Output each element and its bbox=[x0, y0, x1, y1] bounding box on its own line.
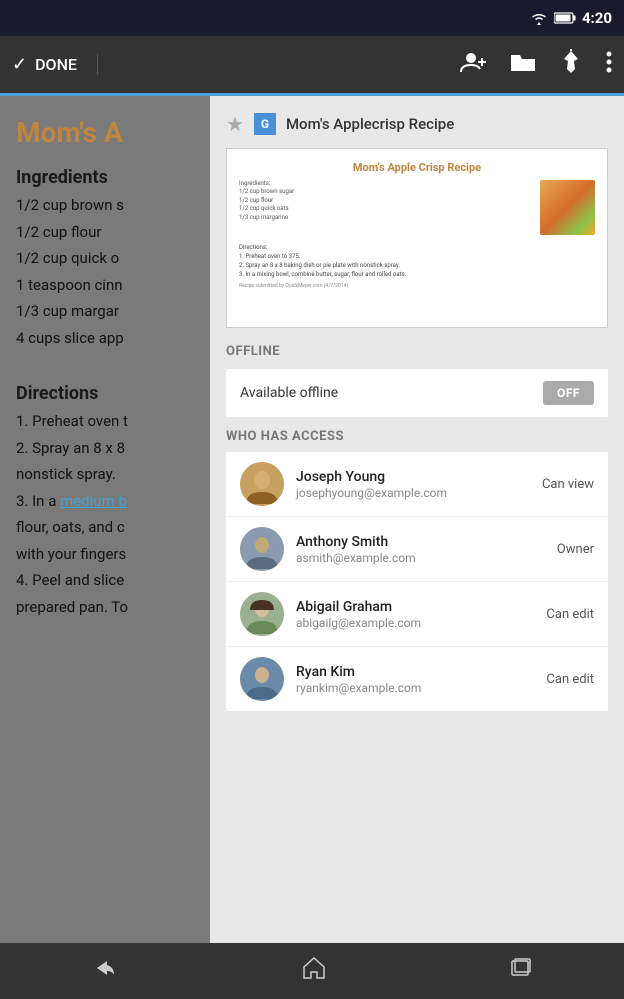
avatar-abigail bbox=[240, 592, 284, 636]
access-item-anthony: Anthony Smith asmith@example.com Owner bbox=[226, 517, 608, 582]
access-email-abigail: abigailg@example.com bbox=[296, 616, 534, 630]
direction-3c: with your fingers bbox=[0, 541, 210, 568]
access-role-anthony: Owner bbox=[557, 542, 594, 557]
direction-1: 1. Preheat oven t bbox=[0, 408, 210, 435]
ingredient-2: 1/2 cup flour bbox=[0, 219, 210, 246]
ingredient-1: 1/2 cup brown s bbox=[0, 192, 210, 219]
overlay-panel: ★ G Mom's Applecrisp Recipe Mom's Apple … bbox=[210, 96, 624, 943]
status-icons: 4:20 bbox=[530, 9, 612, 27]
home-button[interactable] bbox=[302, 956, 326, 986]
done-label: DONE bbox=[35, 55, 77, 74]
recipe-preview-content: Ingredients: 1/2 cup brown sugar 1/2 cup… bbox=[239, 180, 595, 235]
star-icon[interactable]: ★ bbox=[226, 112, 244, 136]
folder-button[interactable] bbox=[510, 51, 536, 79]
recipe-preview: Mom's Apple Crisp Recipe Ingredients: 1/… bbox=[226, 148, 608, 328]
recipe-dir-1: 1. Preheat oven to 375. bbox=[239, 252, 595, 261]
direction-2: 2. Spray an 8 x 8 bbox=[0, 435, 210, 462]
pin-button[interactable] bbox=[560, 49, 582, 81]
access-email-anthony: asmith@example.com bbox=[296, 551, 545, 565]
recipe-dir-3: 3. In a mixing bowl, combine butter, sug… bbox=[239, 270, 595, 279]
check-icon: ✓ bbox=[12, 54, 27, 75]
doc-link[interactable]: medium b bbox=[60, 492, 127, 510]
access-info-joseph: Joseph Young josephyoung@example.com bbox=[296, 469, 530, 500]
toolbar: ✓ DONE bbox=[0, 36, 624, 96]
battery-icon bbox=[554, 12, 576, 24]
recipe-image bbox=[540, 180, 595, 235]
ingredient-6: 4 cups slice app bbox=[0, 325, 210, 352]
access-role-joseph: Can view bbox=[542, 477, 594, 492]
done-button[interactable]: ✓ DONE bbox=[12, 54, 98, 75]
recipe-directions: Directions: 1. Preheat oven to 375. 2. S… bbox=[239, 243, 595, 279]
recipe-footer: Recipe submitted by QuickMeyer.com (4/7/… bbox=[239, 283, 595, 289]
access-name-abigail: Abigail Graham bbox=[296, 599, 534, 615]
document-panel: Mom's A Ingredients 1/2 cup brown s 1/2 … bbox=[0, 96, 210, 943]
recent-button[interactable] bbox=[510, 957, 532, 985]
recipe-text-block: Ingredients: 1/2 cup brown sugar 1/2 cup… bbox=[239, 180, 532, 235]
avatar-anthony bbox=[240, 527, 284, 571]
avatar-joseph bbox=[240, 462, 284, 506]
direction-3b: flour, oats, and c bbox=[0, 514, 210, 541]
access-item-abigail: Abigail Graham abigailg@example.com Can … bbox=[226, 582, 608, 647]
add-person-button[interactable] bbox=[460, 50, 486, 80]
direction-2b: nonstick spray. bbox=[0, 461, 210, 488]
access-name-anthony: Anthony Smith bbox=[296, 534, 545, 550]
recipe-preview-title: Mom's Apple Crisp Recipe bbox=[239, 161, 595, 174]
ingredients-heading: Ingredients bbox=[0, 159, 210, 192]
access-info-anthony: Anthony Smith asmith@example.com bbox=[296, 534, 545, 565]
access-item-joseph: Joseph Young josephyoung@example.com Can… bbox=[226, 452, 608, 517]
doc-header: ★ G Mom's Applecrisp Recipe bbox=[226, 112, 608, 136]
offline-toggle[interactable]: OFF bbox=[543, 381, 594, 405]
access-role-ryan: Can edit bbox=[546, 672, 594, 687]
access-name-joseph: Joseph Young bbox=[296, 469, 530, 485]
status-time: 4:20 bbox=[582, 9, 612, 27]
recipe-ingredient-1: 1/2 cup brown sugar bbox=[239, 188, 532, 196]
recipe-dir-label: Directions: bbox=[239, 243, 595, 252]
direction-4a: 4. Peel and slice bbox=[0, 567, 210, 594]
access-list: Joseph Young josephyoung@example.com Can… bbox=[226, 452, 608, 711]
directions-heading: Directions bbox=[0, 375, 210, 408]
ingredient-4: 1 teaspoon cinn bbox=[0, 272, 210, 299]
access-name-ryan: Ryan Kim bbox=[296, 664, 534, 680]
back-button[interactable] bbox=[92, 957, 118, 985]
direction-3a: 3. In a medium b bbox=[0, 488, 210, 515]
access-email-ryan: ryankim@example.com bbox=[296, 681, 534, 695]
offline-row: Available offline OFF bbox=[226, 369, 608, 417]
main-area: Mom's A Ingredients 1/2 cup brown s 1/2 … bbox=[0, 96, 624, 943]
doc-title: Mom's A bbox=[0, 96, 210, 159]
access-info-abigail: Abigail Graham abigailg@example.com bbox=[296, 599, 534, 630]
toolbar-actions bbox=[460, 49, 612, 81]
doc-type-icon: G bbox=[254, 113, 276, 135]
more-button[interactable] bbox=[606, 51, 612, 79]
available-offline-label: Available offline bbox=[240, 385, 338, 401]
access-item-ryan: Ryan Kim ryankim@example.com Can edit bbox=[226, 647, 608, 711]
nav-bar bbox=[0, 943, 624, 999]
recipe-dir-2: 2. Spray an 8 x 8 baking dish or pie pla… bbox=[239, 261, 595, 270]
wifi-icon bbox=[530, 11, 548, 25]
ingredient-5: 1/3 cup margar bbox=[0, 298, 210, 325]
access-role-abigail: Can edit bbox=[546, 607, 594, 622]
recipe-ingredients-label: Ingredients: bbox=[239, 180, 532, 188]
access-info-ryan: Ryan Kim ryankim@example.com bbox=[296, 664, 534, 695]
recipe-ingredient-3: 1/2 cup quick oats bbox=[239, 205, 532, 213]
direction-4b: prepared pan. To bbox=[0, 594, 210, 621]
access-section-label: WHO HAS ACCESS bbox=[226, 429, 608, 444]
ingredient-3: 1/2 cup quick o bbox=[0, 245, 210, 272]
doc-title-overlay: Mom's Applecrisp Recipe bbox=[286, 115, 454, 133]
avatar-ryan bbox=[240, 657, 284, 701]
recipe-ingredient-2: 1/2 cup flour bbox=[239, 197, 532, 205]
offline-label: OFFLINE bbox=[226, 344, 608, 359]
status-bar: 4:20 bbox=[0, 0, 624, 36]
recipe-ingredient-4: 1/3 cup margarine bbox=[239, 214, 532, 222]
access-email-joseph: josephyoung@example.com bbox=[296, 486, 530, 500]
